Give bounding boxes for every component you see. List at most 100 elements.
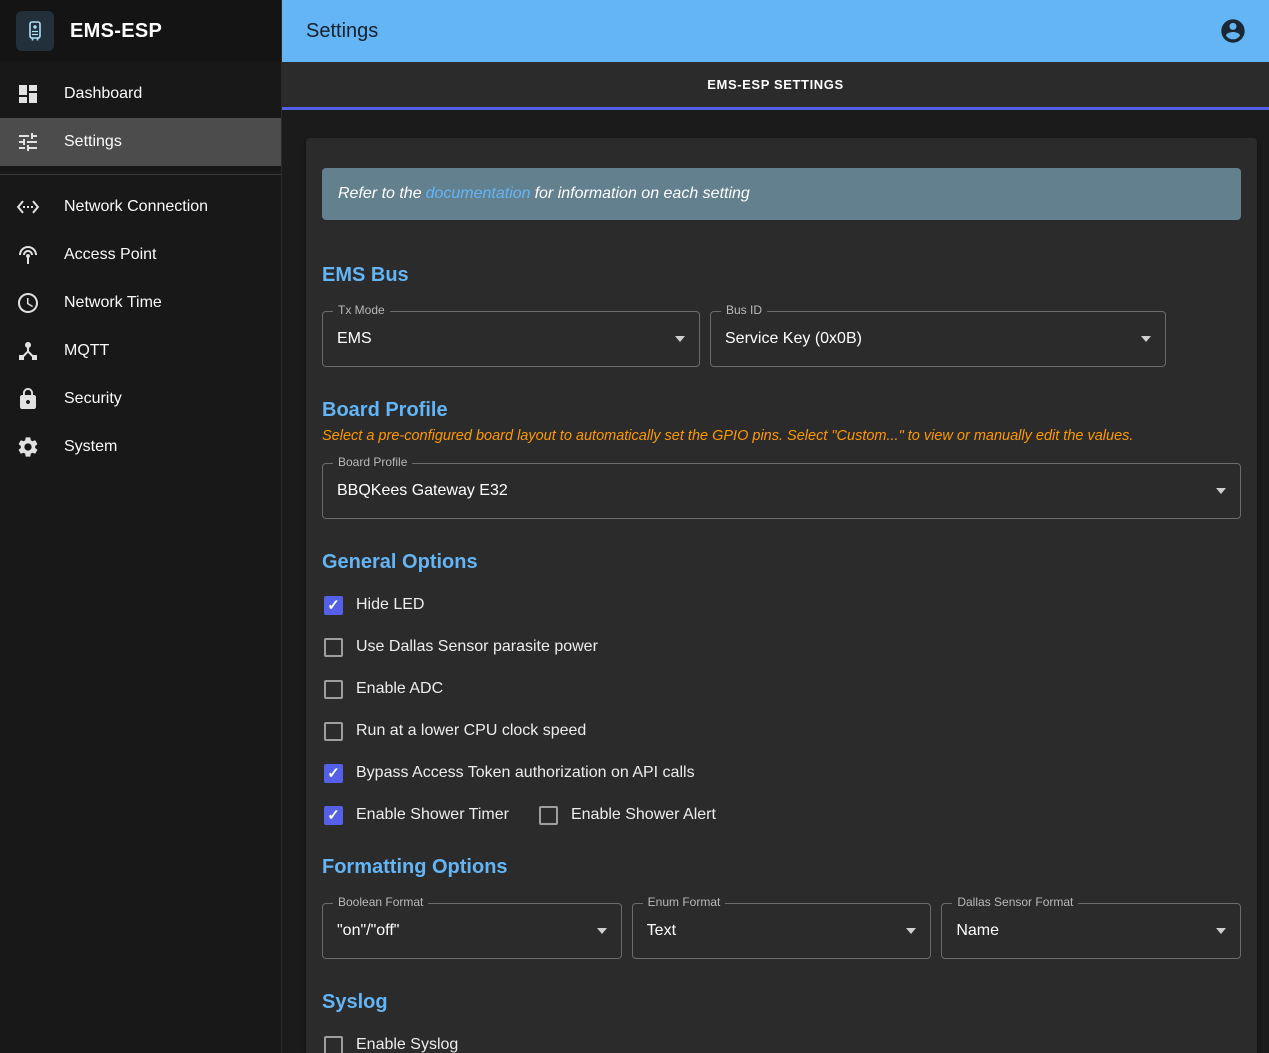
checkbox-label: Enable Shower Alert — [571, 806, 716, 824]
dropdown-arrow-icon — [906, 928, 916, 934]
field-value: Service Key (0x0B) — [725, 330, 1131, 348]
boolean-format-select[interactable]: Boolean Format "on"/"off" — [322, 903, 622, 959]
checkbox-dallas-parasite[interactable]: Use Dallas Sensor parasite power — [322, 638, 598, 657]
checkbox-label: Run at a lower CPU clock speed — [356, 722, 586, 740]
checkbox-row: Run at a lower CPU clock speed — [322, 710, 1241, 752]
checkbox-row: Enable Shower Timer Enable Shower Alert — [322, 794, 1241, 836]
sidebar-item-access-point[interactable]: Access Point — [0, 231, 281, 279]
field-label: Bus ID — [721, 303, 767, 317]
bus-id-select[interactable]: Bus ID Service Key (0x0B) — [710, 311, 1166, 367]
checkbox-enable-adc[interactable]: Enable ADC — [322, 680, 443, 699]
sidebar-item-security[interactable]: Security — [0, 375, 281, 423]
sidebar-item-label: Security — [64, 390, 122, 408]
section-title-general-options: General Options — [322, 551, 1241, 574]
page-title: Settings — [306, 20, 378, 43]
syslog-checkboxes: Enable Syslog — [322, 1024, 1241, 1053]
gear-icon — [16, 435, 40, 459]
field-value: BBQKees Gateway E32 — [337, 482, 1206, 500]
dropdown-arrow-icon — [1216, 488, 1226, 494]
field-value: Name — [956, 922, 1206, 940]
sidebar-header: EMS-ESP — [0, 0, 281, 62]
checkbox-box[interactable] — [324, 596, 343, 615]
checkbox-label: Enable Shower Timer — [356, 806, 509, 824]
checkbox-box[interactable] — [324, 764, 343, 783]
checkbox-lower-cpu-clock[interactable]: Run at a lower CPU clock speed — [322, 722, 586, 741]
sidebar-item-label: Network Time — [64, 294, 162, 312]
banner-text-after: for information on each setting — [535, 185, 750, 203]
checkbox-hide-led[interactable]: Hide LED — [322, 596, 424, 615]
field-value: "on"/"off" — [337, 922, 587, 940]
sidebar-item-system[interactable]: System — [0, 423, 281, 471]
banner-text-before: Refer to the — [338, 185, 422, 203]
tx-mode-select[interactable]: Tx Mode EMS — [322, 311, 700, 367]
checkbox-row: Bypass Access Token authorization on API… — [322, 752, 1241, 794]
field-value: Text — [647, 922, 897, 940]
settings-card: Refer to the documentation for informati… — [306, 138, 1257, 1053]
tab-bar: EMS-ESP SETTINGS — [282, 62, 1269, 110]
tune-icon — [16, 130, 40, 154]
account-circle-icon — [1219, 17, 1247, 45]
sidebar-nav: Dashboard Settings Network Connection Ac… — [0, 62, 281, 471]
info-banner: Refer to the documentation for informati… — [322, 168, 1241, 220]
checkbox-box[interactable] — [324, 1036, 343, 1053]
checkbox-enable-syslog[interactable]: Enable Syslog — [322, 1036, 458, 1053]
enum-format-select[interactable]: Enum Format Text — [632, 903, 932, 959]
field-label: Tx Mode — [333, 303, 390, 317]
checkbox-bypass-token[interactable]: Bypass Access Token authorization on API… — [322, 764, 695, 783]
checkbox-box[interactable] — [324, 806, 343, 825]
field-label: Enum Format — [643, 895, 726, 909]
checkbox-box[interactable] — [324, 722, 343, 741]
checkbox-box[interactable] — [324, 680, 343, 699]
ems-esp-logo-icon — [16, 11, 54, 51]
wifi-tethering-icon — [16, 243, 40, 267]
sidebar-item-mqtt[interactable]: MQTT — [0, 327, 281, 375]
ems-bus-fields: Tx Mode EMS Bus ID Service Key (0x0B) — [322, 311, 1241, 367]
ethernet-icon — [16, 195, 40, 219]
sidebar-item-settings[interactable]: Settings — [0, 118, 281, 166]
sidebar-item-label: Settings — [64, 133, 122, 151]
dropdown-arrow-icon — [597, 928, 607, 934]
sidebar-item-network-connection[interactable]: Network Connection — [0, 183, 281, 231]
field-value: EMS — [337, 330, 665, 348]
dropdown-arrow-icon — [1141, 336, 1151, 342]
sidebar-item-network-time[interactable]: Network Time — [0, 279, 281, 327]
field-label: Board Profile — [333, 455, 412, 469]
documentation-link[interactable]: documentation — [426, 185, 531, 203]
checkbox-label: Bypass Access Token authorization on API… — [356, 764, 695, 782]
checkbox-row: Hide LED — [322, 584, 1241, 626]
general-options-checkboxes: Hide LED Use Dallas Sensor parasite powe… — [322, 584, 1241, 836]
appbar: Settings — [282, 0, 1269, 62]
sidebar-item-label: Dashboard — [64, 85, 142, 103]
field-label: Dallas Sensor Format — [952, 895, 1078, 909]
checkbox-shower-timer[interactable]: Enable Shower Timer — [322, 806, 509, 825]
sidebar-item-dashboard[interactable]: Dashboard — [0, 70, 281, 118]
checkbox-row: Enable Syslog — [322, 1024, 1241, 1053]
board-profile-hint: Select a pre-configured board layout to … — [322, 428, 1241, 445]
checkbox-shower-alert[interactable]: Enable Shower Alert — [537, 806, 716, 825]
checkbox-row: Enable ADC — [322, 668, 1241, 710]
board-profile-fields: Board Profile BBQKees Gateway E32 — [322, 463, 1241, 519]
board-profile-select[interactable]: Board Profile BBQKees Gateway E32 — [322, 463, 1241, 519]
section-title-syslog: Syslog — [322, 991, 1241, 1014]
checkbox-box[interactable] — [539, 806, 558, 825]
field-label: Boolean Format — [333, 895, 428, 909]
content-area: Refer to the documentation for informati… — [282, 110, 1269, 1053]
sidebar-item-label: System — [64, 438, 117, 456]
device-hub-icon — [16, 339, 40, 363]
ems-esp-app: EMS-ESP Dashboard Settings Network Conne… — [0, 0, 1269, 1053]
sidebar-item-label: Network Connection — [64, 198, 208, 216]
dashboard-icon — [16, 82, 40, 106]
checkbox-row: Use Dallas Sensor parasite power — [322, 626, 1241, 668]
clock-icon — [16, 291, 40, 315]
dallas-sensor-format-select[interactable]: Dallas Sensor Format Name — [941, 903, 1241, 959]
sidebar-divider — [0, 174, 281, 175]
checkbox-label: Use Dallas Sensor parasite power — [356, 638, 598, 656]
account-button[interactable] — [1217, 15, 1249, 47]
checkbox-label: Enable Syslog — [356, 1036, 458, 1053]
main-area: Settings EMS-ESP SETTINGS Refer to the d… — [282, 0, 1269, 1053]
checkbox-box[interactable] — [324, 638, 343, 657]
sidebar-item-label: Access Point — [64, 246, 156, 264]
tab-ems-esp-settings[interactable]: EMS-ESP SETTINGS — [691, 65, 860, 104]
dropdown-arrow-icon — [1216, 928, 1226, 934]
checkbox-label: Enable ADC — [356, 680, 443, 698]
